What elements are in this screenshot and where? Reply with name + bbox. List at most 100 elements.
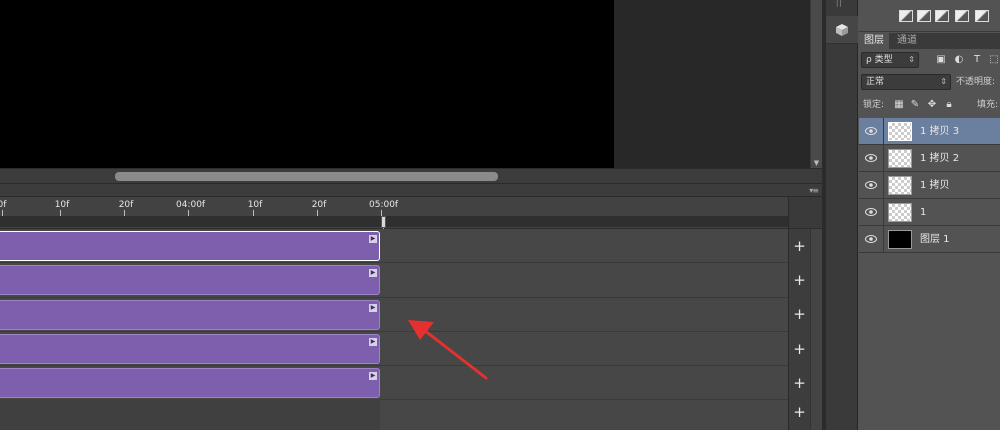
eye-icon[interactable] — [865, 234, 877, 244]
lock-label: 锁定: — [863, 100, 885, 110]
canvas-vertical-scrollbar[interactable]: ▼ — [810, 0, 822, 168]
timeline-track[interactable]: ▶ — [0, 229, 788, 264]
layer-name[interactable]: 1 拷贝 3 — [920, 125, 959, 138]
eye-icon[interactable] — [865, 207, 877, 217]
panel-menu-icon[interactable]: ▾≡ — [809, 184, 819, 197]
layer-thumbnail[interactable] — [888, 203, 912, 222]
ruler-tick-label: 04:00f — [176, 200, 206, 210]
layer-name[interactable]: 1 拷贝 — [920, 179, 950, 192]
layer-clip[interactable]: ▶ — [0, 231, 380, 261]
layer-thumbnail[interactable] — [888, 230, 912, 249]
photoshop-window: ▼ ▾≡ 0f 10f 20f 04:00f 10f 20f 05:00f ▶ ▶ ▶ ▶ ▶ + +… — [0, 0, 1000, 430]
layer-clip[interactable]: ▶ — [0, 368, 380, 399]
lock-transparent-icon[interactable]: ▦ — [893, 99, 905, 111]
layer-name[interactable]: 图层 1 — [920, 233, 950, 246]
layer-row[interactable]: 1 — [859, 199, 1000, 226]
ruler-tick-line — [317, 210, 318, 216]
layer-row[interactable]: 1 拷贝 — [859, 172, 1000, 199]
layer-row[interactable]: 1 拷贝 2 — [859, 145, 1000, 172]
playhead-icon[interactable] — [381, 216, 386, 228]
adjustment-2-icon[interactable] — [917, 10, 931, 22]
timeline-track[interactable]: ▶ — [0, 263, 788, 298]
3d-cube-button[interactable] — [826, 16, 858, 44]
ruler-tick-line — [188, 210, 189, 216]
filter-kind-select[interactable]: ρ 类型 ⇕ — [861, 52, 919, 68]
eye-icon[interactable] — [865, 126, 877, 136]
ruler-tick-line — [253, 210, 254, 216]
layer-name[interactable]: 1 — [920, 206, 926, 219]
lock-all-icon[interactable]: 🔒︎ — [943, 99, 955, 111]
ruler-tick-label: 05:00f — [369, 200, 399, 210]
layers-panel-column: 图层 通道 ρ 类型 ⇕ ▣ ◐ T ⬚ 正常 ⇕ 不透明度: 锁定: ▦ ✎ … — [859, 0, 1000, 430]
blend-row: 正常 ⇕ 不透明度: — [859, 73, 1000, 91]
add-media-button[interactable]: + — [789, 297, 810, 331]
opacity-label: 不透明度: — [956, 77, 996, 87]
document-canvas[interactable] — [0, 0, 614, 168]
eye-divider — [883, 145, 884, 172]
timeline-track[interactable]: ▶ — [0, 332, 788, 367]
empty-track — [0, 399, 380, 430]
adjustment-3-icon[interactable] — [935, 10, 949, 22]
tab-channels[interactable]: 通道 — [892, 33, 922, 49]
layer-name[interactable]: 1 拷贝 2 — [920, 152, 959, 165]
filter-shape-icon[interactable]: ⬚ — [988, 54, 1000, 66]
add-media-button[interactable]: + — [789, 332, 810, 366]
play-triangle-icon[interactable]: ▶ — [369, 269, 377, 278]
work-area-bar[interactable] — [0, 216, 788, 227]
lock-position-icon[interactable]: ✥ — [926, 99, 938, 111]
lock-row: 锁定: ▦ ✎ ✥ 🔒︎ 填充: — [859, 96, 1000, 114]
timeline-track[interactable]: ▶ — [0, 298, 788, 332]
canvas-horizontal-scrollbar[interactable] — [0, 168, 822, 183]
grip-icon[interactable]: || — [836, 0, 843, 7]
layer-clip[interactable]: ▶ — [0, 333, 380, 364]
eye-icon[interactable] — [865, 153, 877, 163]
play-triangle-icon[interactable]: ▶ — [369, 337, 377, 346]
layer-clip[interactable]: ▶ — [0, 299, 380, 330]
blend-mode-value: 正常 — [866, 77, 885, 87]
collapsed-panel-strip: || — [826, 0, 858, 430]
timeline-ruler[interactable]: 0f 10f 20f 04:00f 10f 20f 05:00f — [0, 197, 788, 229]
play-triangle-icon[interactable]: ▶ — [369, 235, 377, 243]
layer-thumbnail[interactable] — [888, 122, 912, 141]
3d-cube-icon — [836, 24, 848, 36]
adjustment-1-icon[interactable] — [899, 10, 913, 22]
layer-thumbnail[interactable] — [888, 176, 912, 195]
ruler-tick-label: 10f — [247, 200, 263, 210]
filter-row: ρ 类型 ⇕ ▣ ◐ T ⬚ — [859, 51, 1000, 69]
lock-brush-icon[interactable]: ✎ — [909, 99, 921, 111]
ruler-tick-line — [2, 210, 3, 216]
adjustment-5-icon[interactable] — [975, 10, 989, 22]
add-media-button[interactable]: + — [789, 395, 810, 429]
filter-adjustment-icon[interactable]: ◐ — [953, 54, 965, 66]
filter-pixel-icon[interactable]: ▣ — [935, 54, 947, 66]
timeline-track[interactable]: ▶ — [0, 366, 788, 401]
blend-mode-select[interactable]: 正常 ⇕ — [861, 74, 951, 90]
adjustment-4-icon[interactable] — [955, 10, 969, 22]
scroll-down-arrow-icon[interactable]: ▼ — [811, 158, 822, 168]
timeline-vertical-scrollbar[interactable] — [810, 229, 822, 430]
layer-row[interactable]: 图层 1 — [859, 226, 1000, 253]
play-triangle-icon[interactable]: ▶ — [369, 303, 377, 312]
tab-layers[interactable]: 图层 — [859, 33, 889, 49]
add-media-column: + + + + + + — [788, 229, 810, 430]
ruler-tick-line — [124, 210, 125, 216]
eye-divider — [883, 118, 884, 145]
add-media-button[interactable]: + — [789, 263, 810, 297]
layer-row[interactable]: 1 拷贝 3 — [859, 118, 1000, 145]
chevron-updown-icon: ⇕ — [908, 55, 915, 64]
ruler-tick-label: 20f — [311, 200, 327, 210]
eye-icon[interactable] — [865, 180, 877, 190]
layers-tabs: 图层 通道 — [859, 33, 1000, 49]
eye-divider — [883, 199, 884, 226]
layer-thumbnail[interactable] — [888, 149, 912, 168]
ruler-tick-label: 10f — [54, 200, 70, 210]
horizontal-scroll-thumb[interactable] — [115, 172, 498, 181]
timeline-panel-header: ▾≡ — [0, 183, 822, 197]
chevron-updown-icon: ⇕ — [940, 77, 947, 86]
filter-type-icon[interactable]: T — [971, 54, 983, 66]
play-triangle-icon[interactable]: ▶ — [369, 372, 377, 381]
layer-clip[interactable]: ▶ — [0, 265, 380, 296]
timeline-tracks: ▶ ▶ ▶ ▶ ▶ — [0, 229, 788, 430]
add-media-button[interactable]: + — [789, 229, 810, 263]
fill-label: 填充: — [977, 100, 999, 110]
